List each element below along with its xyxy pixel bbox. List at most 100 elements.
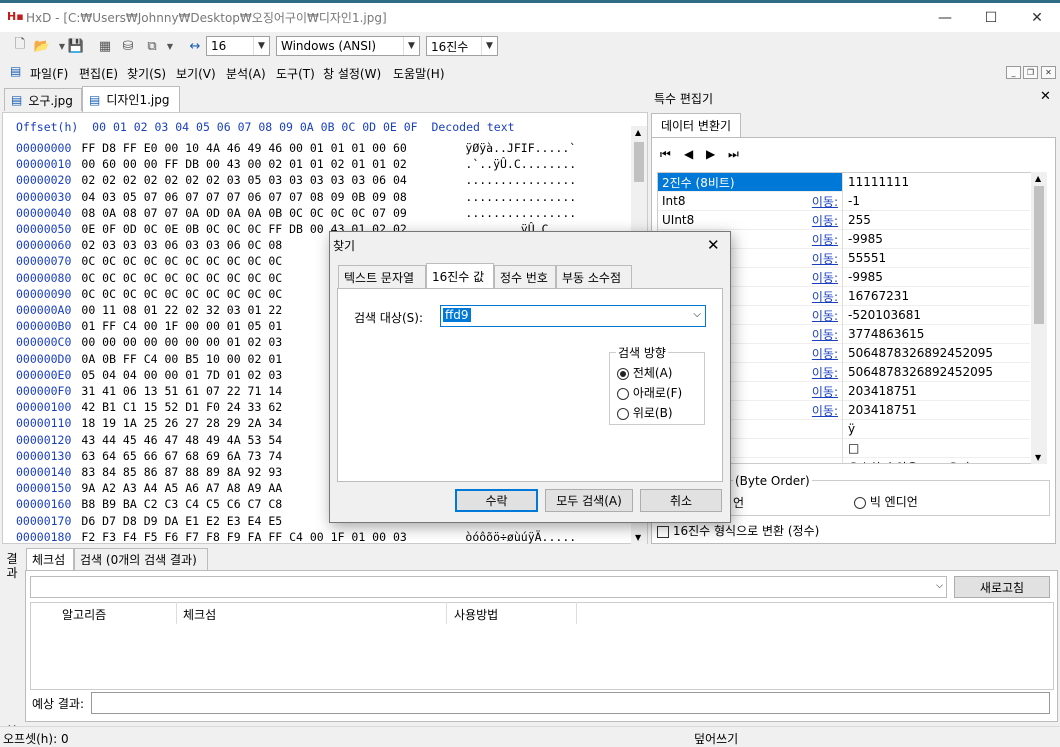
dialog-close-icon[interactable]: ✕ — [707, 236, 720, 254]
open-folder-icon[interactable]: 📂 — [32, 36, 52, 56]
radio-circle[interactable] — [617, 387, 629, 400]
process-icon[interactable]: ⧉ — [142, 36, 162, 56]
direction-down-radio[interactable]: 아래로(F) — [617, 384, 682, 401]
inspector-row[interactable]: 2진수 (8비트) 11111111 — [658, 173, 1030, 192]
ram-icon[interactable]: ▦ — [95, 36, 115, 56]
direction-up-radio[interactable]: 위로(B) — [617, 404, 673, 421]
hex-row[interactable]: 00000000 FF D8 FF E0 00 10 4A 46 49 46 00… — [16, 141, 576, 158]
row-bytes[interactable]: FF D8 FF E0 00 10 4A 46 49 46 00 01 01 0… — [81, 141, 465, 155]
prev-icon[interactable]: ◀ — [684, 147, 693, 161]
tab-text-string[interactable]: 텍스트 문자열 — [338, 265, 426, 288]
doc-tab-design1[interactable]: ▤ 디자인1.jpg — [82, 86, 180, 112]
inspector-value[interactable]: 11111111 — [842, 173, 1030, 192]
checkbox-box[interactable] — [657, 525, 669, 538]
hex-row[interactable]: 00000180 F2 F3 F4 F5 F6 F7 F8 F9 FA FF C4… — [16, 530, 576, 547]
minimize-icon[interactable]: — — [922, 3, 968, 32]
inspector-value[interactable]: 255 — [842, 210, 1030, 230]
expected-input[interactable] — [91, 692, 1050, 714]
inspector-value[interactable]: -9985 — [842, 267, 1030, 287]
hex-row[interactable]: 00000010 00 60 00 00 FF DB 00 43 00 02 01… — [16, 157, 576, 174]
menu-help[interactable]: 도움말(H) — [393, 65, 445, 82]
row-text[interactable]: ÿØÿà..JFIF.....` — [465, 141, 576, 155]
row-text[interactable]: ................ — [465, 190, 576, 204]
big-endian-radio[interactable]: 빅 엔디언 — [854, 493, 918, 510]
tab-integer[interactable]: 정수 번호 — [494, 265, 556, 288]
doc-menu-icon[interactable]: ▤ — [10, 64, 21, 78]
first-icon[interactable]: ⏮ — [660, 147, 671, 162]
radix-select[interactable]: 16진수 ▼ — [426, 36, 498, 56]
row-bytes[interactable]: F2 F3 F4 F5 F6 F7 F8 F9 FA FF C4 00 1F 0… — [81, 530, 465, 544]
menu-analysis[interactable]: 분석(A) — [226, 65, 266, 82]
goto-link[interactable]: 이동: — [810, 288, 842, 305]
tab-checksum[interactable]: 체크섬 — [26, 548, 74, 570]
scroll-down-icon[interactable]: ▼ — [1035, 453, 1041, 462]
row-text[interactable]: ................ — [465, 173, 576, 187]
menu-view[interactable]: 보기(V) — [176, 65, 216, 82]
next-icon[interactable]: ▶ — [706, 147, 715, 161]
col-algorithm[interactable]: 알고리즘 — [62, 606, 106, 623]
inspector-row[interactable]: UInt8 이동: 255 — [658, 210, 1030, 230]
close-icon[interactable]: ✕ — [1014, 3, 1060, 32]
radio-circle[interactable] — [617, 367, 629, 380]
menu-window[interactable]: 창 설정(W) — [323, 65, 381, 82]
hex-row[interactable]: 00000040 08 0A 08 07 07 0A 0D 0A 0A 0B 0C… — [16, 206, 576, 223]
accept-button[interactable]: 수락 — [455, 489, 538, 512]
row-text[interactable]: òóôõö÷øùúÿÄ..... — [465, 530, 576, 544]
panel-close-icon[interactable]: ✕ — [1040, 89, 1051, 104]
row-text[interactable]: .`..ÿÛ.C........ — [465, 157, 576, 171]
cancel-button[interactable]: 취소 — [640, 489, 722, 512]
inspector-value[interactable]: -9985 — [842, 229, 1030, 249]
direction-all-radio[interactable]: 전체(A) — [617, 364, 672, 381]
menu-search[interactable]: 찾기(S) — [127, 65, 166, 82]
goto-link[interactable]: 이동: — [810, 326, 842, 343]
doc-tab-ogu[interactable]: ▤ 오구.jpg — [4, 88, 82, 111]
row-text[interactable]: ................ — [465, 206, 576, 220]
search-input[interactable]: ffd9 ⌵ — [440, 305, 706, 327]
mdi-minimize-icon[interactable]: _ — [1006, 66, 1021, 79]
inspector-value[interactable]: 16767231 — [842, 286, 1030, 306]
inspector-value[interactable]: 203418751 — [842, 400, 1030, 420]
new-file-icon[interactable]: 🗋 — [10, 36, 30, 56]
scroll-down-icon[interactable]: ▼ — [635, 533, 641, 542]
row-bytes[interactable]: 08 0A 08 07 07 0A 0D 0A 0A 0B 0C 0C 0C 0… — [81, 206, 465, 220]
bytes-per-row-select[interactable]: 16 ▼ — [206, 36, 270, 56]
inspector-value[interactable]: -520103681 — [842, 305, 1030, 325]
goto-link[interactable]: 이동: — [810, 193, 842, 210]
menu-edit[interactable]: 편집(E) — [79, 65, 118, 82]
inspector-value[interactable]: 5064878326892452095 — [842, 343, 1030, 363]
scroll-thumb[interactable] — [1034, 186, 1044, 324]
inspector-row[interactable]: Int8 이동: -1 — [658, 191, 1030, 211]
menu-file[interactable]: 파일(F) — [30, 65, 68, 82]
goto-link[interactable]: 이동: — [810, 383, 842, 400]
row-bytes[interactable]: 02 02 02 02 02 02 02 03 05 03 03 03 03 0… — [81, 173, 465, 187]
inspector-value[interactable]: -1 — [842, 191, 1030, 211]
mdi-restore-icon[interactable]: ❐ — [1023, 66, 1038, 79]
radio-circle[interactable] — [854, 496, 866, 509]
tab-search-results[interactable]: 검색 (0개의 검색 결과) — [74, 548, 208, 570]
goto-link[interactable]: 이동: — [810, 364, 842, 381]
disk-icon[interactable]: ⛁ — [118, 36, 138, 56]
tab-hex-values[interactable]: 16진수 값 — [426, 263, 494, 289]
tab-data-inspector[interactable]: 데이터 변환기 — [651, 113, 741, 137]
hex-row[interactable]: 00000030 04 03 05 07 06 07 07 07 06 07 07… — [16, 190, 576, 207]
process-dropdown-icon[interactable]: ▼ — [160, 36, 180, 56]
radio-circle[interactable] — [617, 407, 629, 420]
inspector-scrollbar[interactable]: ▲ ▼ — [1031, 172, 1047, 464]
search-all-button[interactable]: 모두 검색(A) — [545, 489, 633, 512]
col-checksum[interactable]: 체크섬 — [183, 606, 216, 623]
mdi-close-icon[interactable]: ✕ — [1041, 66, 1056, 79]
inspector-value[interactable]: 3774863615 — [842, 324, 1030, 344]
inspector-value[interactable]: 55551 — [842, 248, 1030, 268]
scroll-up-icon[interactable]: ▲ — [635, 128, 641, 137]
refresh-button[interactable]: 새로고침 — [954, 576, 1050, 598]
hex-row[interactable]: 00000020 02 02 02 02 02 02 02 03 05 03 03… — [16, 173, 576, 190]
chevron-down-icon[interactable]: ⌵ — [693, 309, 701, 320]
last-icon[interactable]: ⏭ — [728, 147, 739, 162]
goto-link[interactable]: 이동: — [810, 402, 842, 419]
goto-link[interactable]: 이동: — [810, 307, 842, 324]
row-bytes[interactable]: 04 03 05 07 06 07 07 07 06 07 07 08 09 0… — [81, 190, 465, 204]
goto-link[interactable]: 이동: — [810, 231, 842, 248]
goto-link[interactable]: 이동: — [810, 250, 842, 267]
inspector-value[interactable]: □ — [842, 438, 1030, 458]
inspector-value[interactable]: 5064878326892452095 — [842, 362, 1030, 382]
